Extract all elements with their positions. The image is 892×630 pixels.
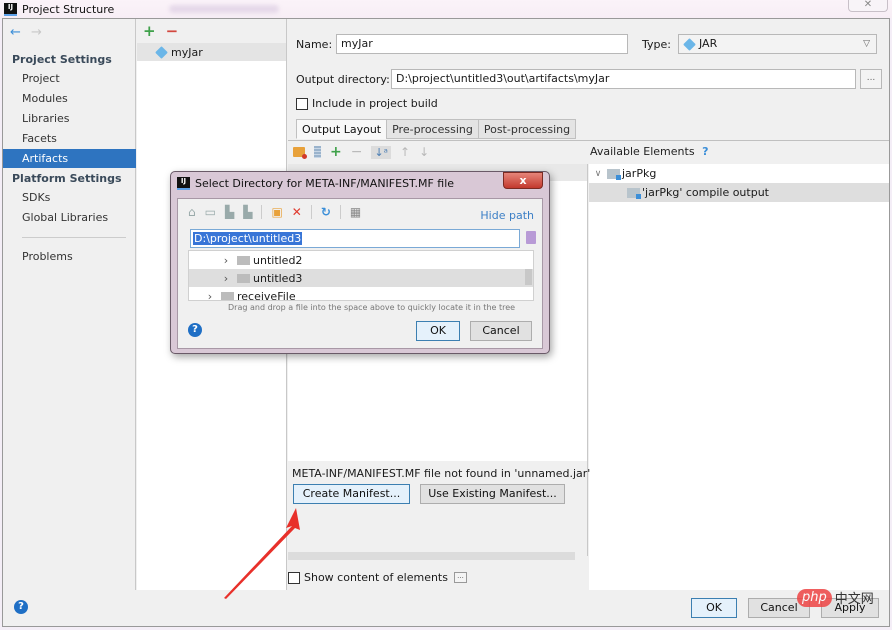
dialog-close-button[interactable]: x [503, 172, 543, 189]
tree-item-label: untitled3 [253, 271, 303, 285]
tree-item-label: receiveFile [237, 289, 296, 301]
tree-scrollbar-thumb[interactable] [525, 269, 532, 285]
hide-path-link[interactable]: Hide path [480, 209, 534, 222]
module-folder-icon[interactable]: ▙ [243, 205, 252, 219]
new-folder-icon[interactable]: ▣ [271, 205, 282, 219]
dialog-title: Select Directory for META-INF/MANIFEST.M… [195, 177, 455, 190]
chevron-right-icon[interactable]: › [219, 254, 233, 267]
folder-icon [237, 273, 250, 283]
toolbar-separator [339, 205, 341, 219]
path-input[interactable]: D:\project\untitled3 [190, 229, 520, 248]
tree-item-label: untitled2 [253, 253, 303, 267]
tree-item-receivefile[interactable]: › receiveFile [189, 287, 533, 301]
folder-icon [237, 255, 250, 265]
toolbar-separator [261, 205, 263, 219]
dialog-toolbar: ⌂ ▭ ▙ ▙ ▣ ✕ ↻ ▦ [188, 205, 361, 219]
dialog-ok-button[interactable]: OK [416, 321, 460, 341]
dialog-cancel-button[interactable]: Cancel [470, 321, 532, 341]
chevron-right-icon[interactable]: › [203, 290, 217, 301]
dialog-help-button[interactable]: ? [188, 323, 202, 337]
tree-item-untitled2[interactable]: › untitled2 [189, 251, 533, 269]
red-arrow-shape [224, 508, 300, 599]
dialog-body: ⌂ ▭ ▙ ▙ ▣ ✕ ↻ ▦ Hide path D:\project\unt… [177, 198, 543, 349]
home-icon[interactable]: ⌂ [188, 205, 196, 219]
select-directory-dialog: IJ Select Directory for META-INF/MANIFES… [170, 171, 550, 354]
project-folder-icon[interactable]: ▙ [225, 205, 234, 219]
show-hidden-files-icon[interactable]: ▦ [350, 205, 361, 219]
drag-drop-hint: Drag and drop a file into the space abov… [228, 303, 516, 312]
toolbar-separator [310, 205, 312, 219]
watermark-logo: php [797, 588, 832, 607]
delete-icon[interactable]: ✕ [292, 205, 302, 219]
watermark-text: 中文网 [834, 592, 874, 607]
dialog-titlebar: IJ Select Directory for META-INF/MANIFES… [177, 177, 454, 190]
desktop-icon[interactable]: ▭ [205, 205, 216, 219]
directory-tree: › untitled2 › untitled3 › receiveFile [188, 250, 534, 301]
chevron-right-icon[interactable]: › [219, 272, 233, 285]
tree-item-untitled3[interactable]: › untitled3 [189, 269, 533, 287]
site-watermark: php 中文网 [797, 588, 874, 607]
intellij-app-icon: IJ [177, 177, 190, 190]
path-history-icon[interactable] [526, 231, 536, 244]
refresh-icon[interactable]: ↻ [321, 205, 331, 219]
folder-icon [221, 291, 234, 300]
path-input-value: D:\project\untitled3 [193, 232, 303, 245]
